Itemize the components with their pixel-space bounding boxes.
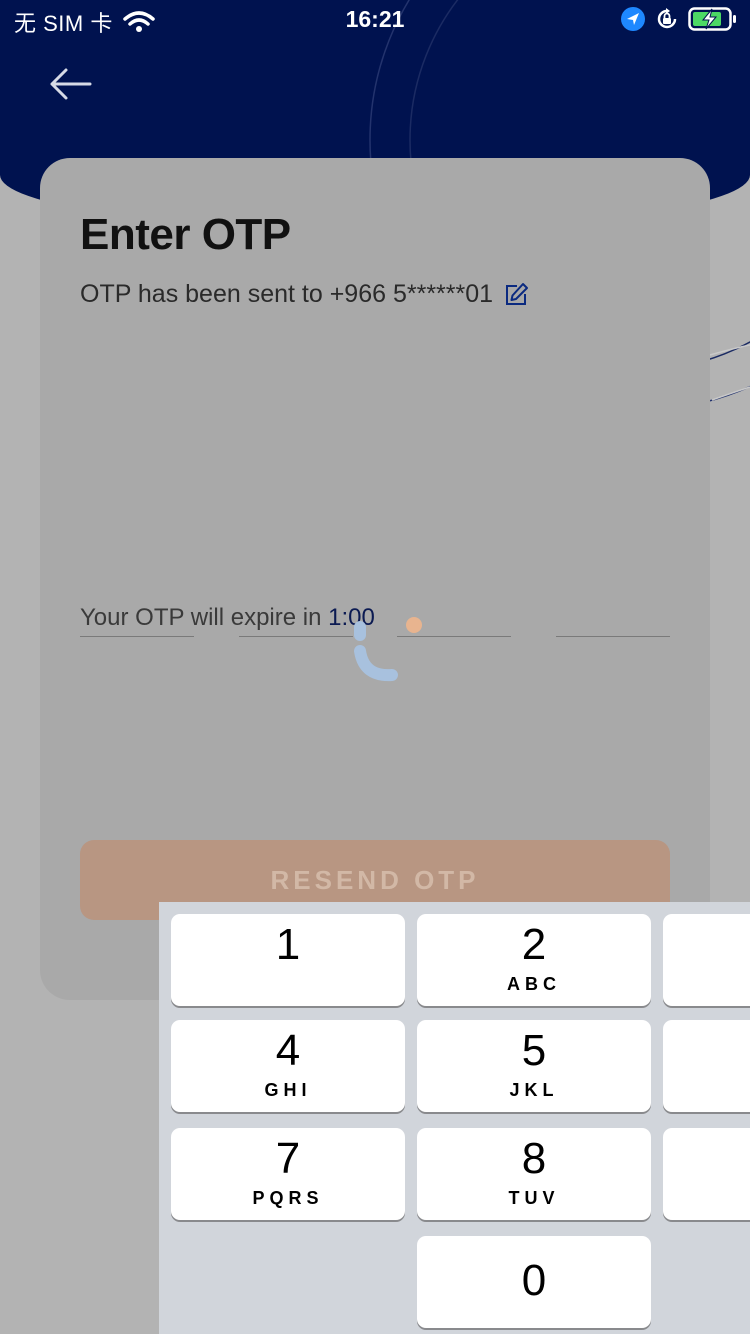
location-icon (621, 7, 645, 31)
key-letters: TUV (508, 1188, 560, 1208)
key-4[interactable]: 4 GHI (171, 1020, 405, 1112)
page-title: Enter OTP (80, 210, 291, 259)
key-digit: 5 (521, 1026, 547, 1075)
key-digit: 7 (275, 1134, 301, 1183)
status-right (620, 6, 738, 32)
key-5[interactable]: 5 JKL (417, 1020, 651, 1112)
key-digit: 0 (521, 1256, 547, 1305)
otp-expiry-message: Your OTP will expire in 1:00 (80, 604, 375, 632)
key-9[interactable] (663, 1128, 750, 1220)
key-3[interactable] (663, 914, 750, 1006)
key-digit: 1 (275, 920, 301, 969)
key-8[interactable]: 8 TUV (417, 1128, 651, 1220)
key-letters: JKL (509, 1080, 559, 1100)
expiry-label: Your OTP will expire in (80, 604, 322, 631)
key-digit: 8 (521, 1134, 547, 1183)
pencil-edit-icon[interactable] (503, 282, 529, 308)
loading-spinner-icon (354, 617, 422, 682)
status-bar: 无 SIM 卡 16:21 (0, 0, 750, 40)
battery-charging-icon (688, 7, 736, 31)
key-letters: ABC (507, 974, 561, 994)
arrow-left-icon (50, 68, 92, 100)
back-button[interactable] (44, 62, 100, 106)
otp-sent-text: OTP has been sent to +966 5******01 (80, 280, 494, 308)
otp-screen: 无 SIM 卡 16:21 Enter OTP OTP has been sen… (0, 0, 750, 1334)
key-0[interactable]: 0 (417, 1236, 651, 1328)
key-7[interactable]: 7 PQRS (171, 1128, 405, 1220)
key-digit: 2 (521, 920, 547, 969)
key-digit: 4 (275, 1026, 301, 1075)
otp-digit-4[interactable] (556, 598, 670, 637)
key-6[interactable] (663, 1020, 750, 1112)
otp-card: Enter OTP OTP has been sent to +966 5***… (40, 158, 710, 1000)
key-letters: GHI (264, 1080, 312, 1100)
numeric-keypad: 1 2 ABC 4 GHI 5 JKL 7 PQRS 8 TUV 0 (159, 902, 750, 1334)
key-2[interactable]: 2 ABC (417, 914, 651, 1006)
otp-sent-message: OTP has been sent to +966 5******01 (80, 280, 529, 309)
key-1[interactable]: 1 (171, 914, 405, 1006)
key-letters: PQRS (252, 1188, 324, 1208)
rotation-lock-icon (657, 8, 677, 29)
